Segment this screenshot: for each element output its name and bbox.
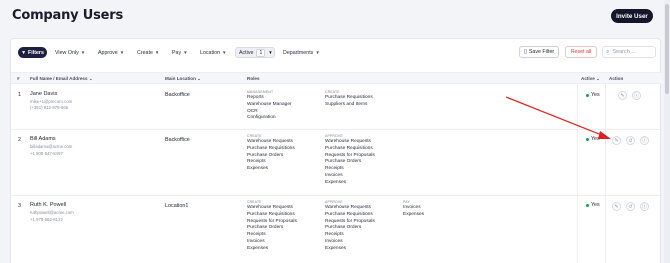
annotation-arrow (505, 96, 611, 139)
arrow-shaft (505, 96, 605, 137)
arrow-head (598, 131, 611, 139)
